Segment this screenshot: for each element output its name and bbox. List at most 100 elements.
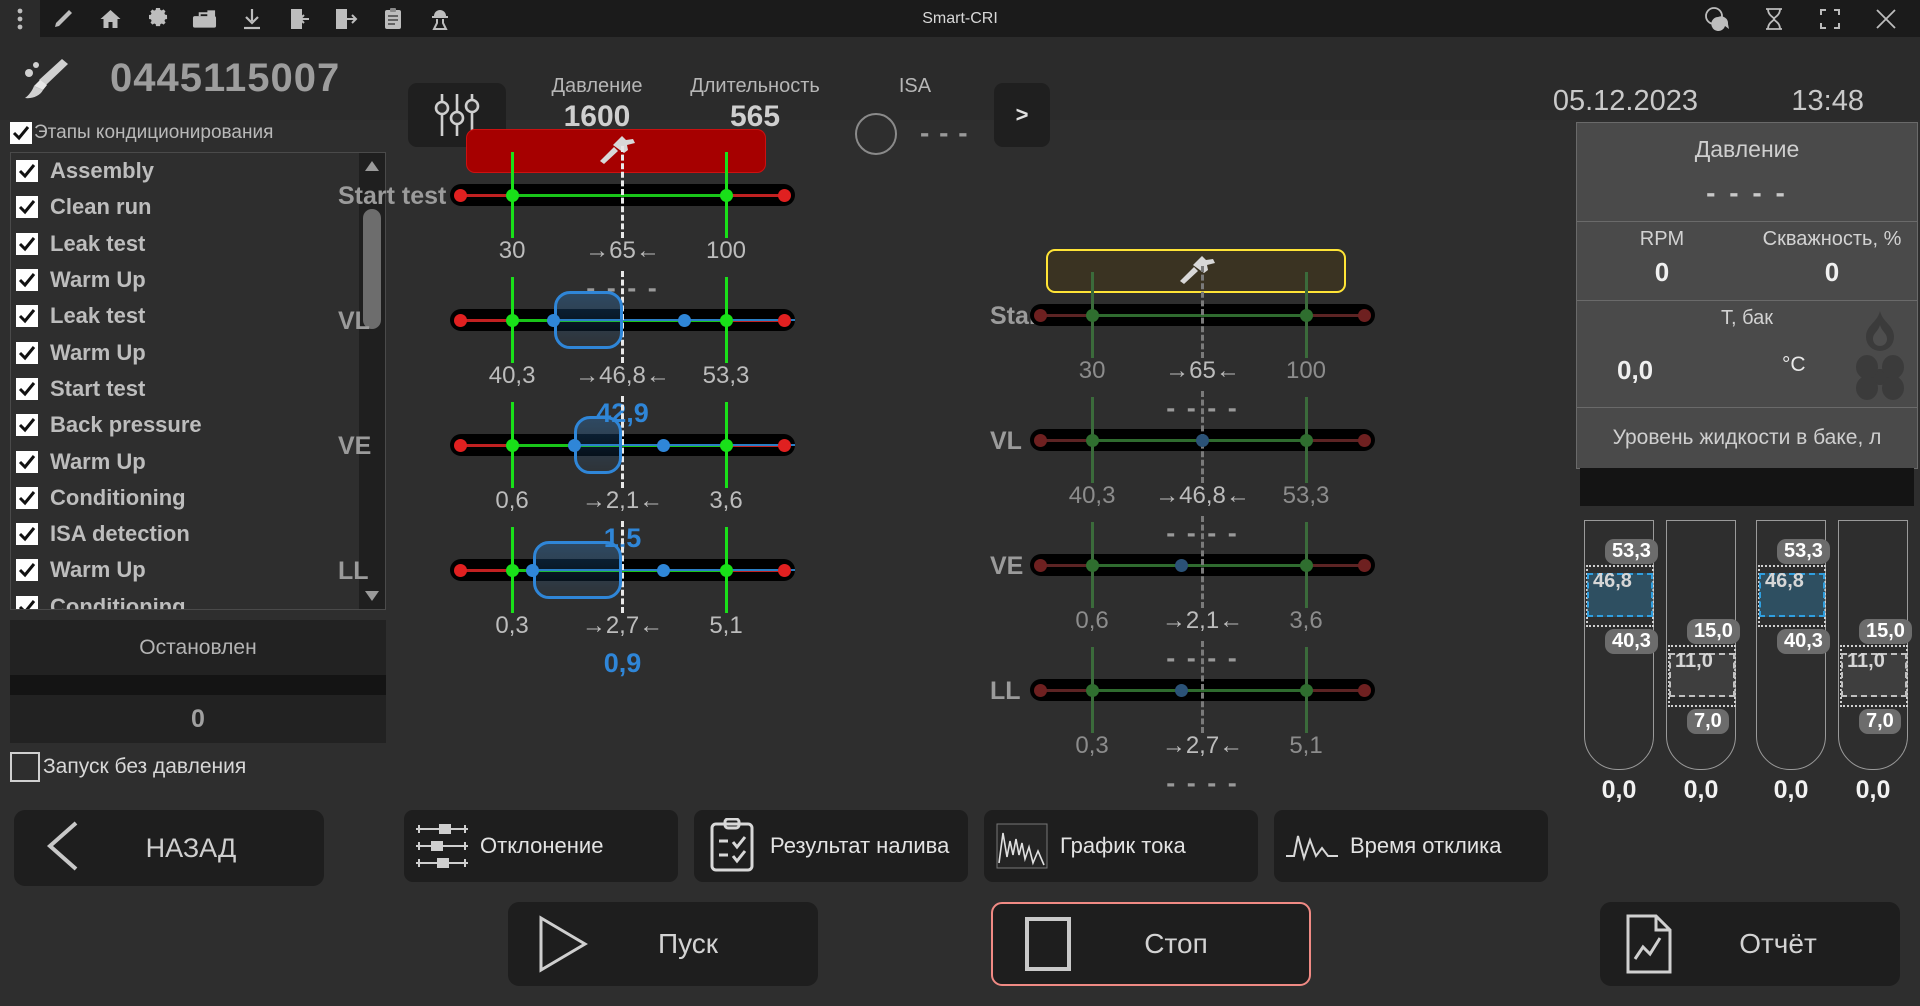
deviation-button[interactable]: Отклонение xyxy=(404,810,678,882)
stage-checkbox[interactable] xyxy=(16,450,38,473)
stage-item[interactable]: Leak test xyxy=(11,298,385,334)
clipboard-icon[interactable] xyxy=(369,0,416,37)
stage-checkbox[interactable] xyxy=(16,595,38,609)
stage-item[interactable]: Leak test xyxy=(11,226,385,262)
worker-icon[interactable] xyxy=(416,0,463,37)
stage-label: Clean run xyxy=(50,194,152,220)
rpm-field: RPM 0 xyxy=(1577,222,1747,288)
current-graph-button[interactable]: График тока xyxy=(984,810,1258,882)
fullscreen-icon[interactable] xyxy=(1802,0,1858,37)
tank-temp-unit: °C xyxy=(1782,353,1806,376)
bar-target-label: →65← xyxy=(585,237,660,264)
measurement-bar[interactable] xyxy=(1030,266,1375,358)
tube-gauge: 15,0 11,0 7,0 xyxy=(1838,520,1912,770)
toolbox-icon[interactable] xyxy=(181,0,228,37)
no-pressure-option[interactable]: Запуск без давления xyxy=(10,752,246,782)
stages-master-checkbox[interactable] xyxy=(10,122,32,144)
stage-checkbox[interactable] xyxy=(16,160,38,183)
bar-selection-handle[interactable] xyxy=(553,291,623,349)
stage-label: Leak test xyxy=(50,230,146,256)
status-progress-bar xyxy=(10,675,386,695)
measurement-bar[interactable] xyxy=(1030,641,1375,733)
measurement-bar[interactable] xyxy=(450,146,795,238)
stage-item[interactable]: Assembly xyxy=(11,153,385,189)
start-button[interactable]: Пуск xyxy=(508,902,818,986)
stage-item[interactable]: Start test xyxy=(11,371,385,407)
stage-item[interactable]: Warm Up xyxy=(11,262,385,298)
stage-checkbox[interactable] xyxy=(16,559,38,582)
fill-result-button[interactable]: Результат налива xyxy=(694,810,968,882)
no-pressure-checkbox[interactable] xyxy=(10,752,40,782)
measurement-panel: Start test 30 100 →65← - - - - VL 40,3 53,3 →46,… xyxy=(338,120,1574,1006)
stage-item[interactable]: Conditioning xyxy=(11,589,385,609)
pencil-icon[interactable] xyxy=(40,0,87,37)
stage-item[interactable]: Back pressure xyxy=(11,407,385,443)
bar-selection-dot xyxy=(567,438,581,452)
pressure-readout-value: - - - - xyxy=(1706,176,1788,208)
stage-label: ISA detection xyxy=(50,521,190,547)
stage-checkbox[interactable] xyxy=(16,414,38,437)
stop-button[interactable]: Стоп xyxy=(991,902,1311,986)
stage-item[interactable]: Warm Up xyxy=(11,334,385,370)
stage-item[interactable]: Clean run xyxy=(11,189,385,225)
logout-icon[interactable] xyxy=(322,0,369,37)
measurement-row-label: Start test xyxy=(338,182,447,210)
stage-label: Warm Up xyxy=(50,339,146,365)
close-icon[interactable] xyxy=(1858,0,1914,37)
bar-min-dot xyxy=(1085,683,1099,697)
home-icon[interactable] xyxy=(87,0,134,37)
stage-checkbox[interactable] xyxy=(16,305,38,328)
bar-ok-segment xyxy=(1092,313,1306,317)
channel-left: Start test 30 100 →65← - - - - VL 40,3 53,3 →46,… xyxy=(338,120,984,820)
scroll-down-icon[interactable] xyxy=(359,583,385,609)
measurement-bar[interactable] xyxy=(450,271,795,363)
stage-checkbox[interactable] xyxy=(16,341,38,364)
gear-icon[interactable] xyxy=(134,0,181,37)
stage-item[interactable]: Warm Up xyxy=(11,443,385,479)
stage-checkbox[interactable] xyxy=(16,486,38,509)
stages-scrollbar[interactable] xyxy=(359,153,385,609)
measurement-row-label: LL xyxy=(338,557,369,585)
stages-header[interactable]: Этапы кондиционирования xyxy=(0,120,404,146)
response-time-button[interactable]: Время отклика xyxy=(1274,810,1548,882)
bar-high-limit-dot xyxy=(1358,683,1371,697)
header-bar: 0445115007 Давление 1600 Длительность 56… xyxy=(0,37,1920,155)
bar-selection-handle[interactable] xyxy=(532,541,623,599)
bar-low-limit-dot xyxy=(1034,433,1047,447)
stage-label: Warm Up xyxy=(50,557,146,583)
download-icon[interactable] xyxy=(228,0,275,37)
stage-item[interactable]: Conditioning xyxy=(11,480,385,516)
bar-selection-handle[interactable] xyxy=(574,416,623,474)
stage-item[interactable]: Warm Up xyxy=(11,552,385,588)
tube-lower-limit: 40,3 xyxy=(1777,629,1830,654)
hourglass-icon[interactable] xyxy=(1746,0,1802,37)
bar-max-dot xyxy=(719,563,733,577)
report-button[interactable]: Отчёт xyxy=(1600,902,1900,986)
stage-checkbox[interactable] xyxy=(16,232,38,255)
back-button[interactable]: НАЗАД xyxy=(14,810,324,886)
header-date: 05.12.2023 xyxy=(1552,85,1698,117)
measurement-bar[interactable] xyxy=(450,521,795,613)
stage-checkbox[interactable] xyxy=(16,269,38,292)
stage-checkbox[interactable] xyxy=(16,377,38,400)
brush-icon[interactable] xyxy=(18,56,76,102)
header-isa-field: ISA xyxy=(855,75,975,98)
stage-checkbox[interactable] xyxy=(16,196,38,219)
response-time-icon xyxy=(1274,826,1350,866)
measurement-bar[interactable] xyxy=(1030,391,1375,483)
measurement-bar[interactable] xyxy=(1030,516,1375,608)
stages-list[interactable]: Assembly Clean run Leak test Warm Up Leak te… xyxy=(10,152,386,610)
scroll-up-icon[interactable] xyxy=(359,153,385,179)
bar-max-dot xyxy=(1299,683,1313,697)
stage-item[interactable]: ISA detection xyxy=(11,516,385,552)
login-icon[interactable] xyxy=(275,0,322,37)
measurement-bar[interactable] xyxy=(450,396,795,488)
stage-checkbox[interactable] xyxy=(16,523,38,546)
header-pressure-label: Давление xyxy=(551,75,643,97)
right-panel: Давление - - - - RPM 0 Скважность, % 0 Т… xyxy=(1574,120,1920,1006)
stages-title: Этапы кондиционирования xyxy=(34,122,274,143)
chat-icon[interactable] xyxy=(1690,0,1746,37)
menu-dots-icon[interactable] xyxy=(0,0,40,37)
tube-upper-limit: 53,3 xyxy=(1777,539,1830,564)
stage-label: Back pressure xyxy=(50,412,202,438)
